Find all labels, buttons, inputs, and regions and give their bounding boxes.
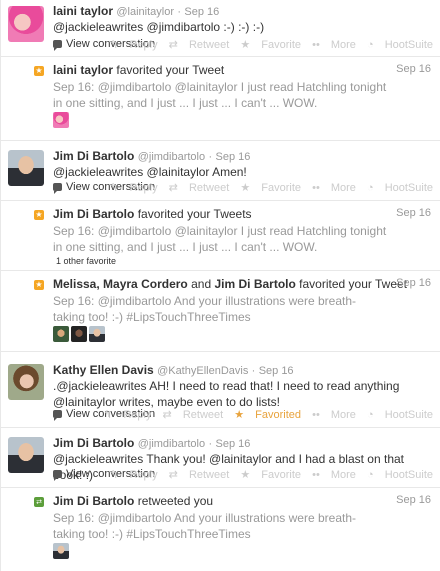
actor-thumbnails (53, 112, 69, 128)
tweet-text: .@jackieleawrites AH! I need to read tha… (53, 379, 400, 409)
more-button[interactable]: •• More (312, 39, 356, 51)
retweet-button[interactable]: ⇄ Retweet (169, 469, 230, 481)
author-handle[interactable]: @KathyEllenDavis (157, 365, 248, 377)
star-icon: ★ (34, 66, 44, 76)
reply-button[interactable]: ↰ Reply (109, 182, 157, 194)
actor-name[interactable]: Jim Di Bartolo (214, 277, 295, 291)
tweet-header: Jim Di Bartolo @jimdibartolo · Sep 16 (53, 149, 251, 163)
star-icon: ★ (34, 280, 44, 290)
hootsuite-button[interactable]: ◔ HootSuite (367, 469, 433, 481)
activity-item[interactable]: ★ Jim Di Bartolo favorited your Tweets S… (1, 201, 440, 271)
actor-name[interactable]: laini taylor (53, 63, 113, 77)
speech-bubble-icon (53, 410, 62, 421)
tweet-header: Kathy Ellen Davis @KathyEllenDavis · Sep… (53, 363, 294, 377)
reply-button[interactable]: ↰ Reply (109, 469, 157, 481)
activity-header: Melissa, Mayra Cordero and Jim Di Bartol… (53, 277, 408, 291)
tweet-actions: View conversation ↰ Reply ⇄ Retweet ★ Fa… (53, 38, 433, 51)
reply-button[interactable]: ↰ Reply (103, 409, 151, 421)
hootsuite-button[interactable]: ◔ HootSuite (367, 39, 433, 51)
tweet-item[interactable]: Jim Di Bartolo @jimdibartolo · Sep 16 @j… (1, 141, 440, 201)
tweet-actions: View conversation ↰ Reply ⇄ Retweet ★ Fa… (53, 468, 433, 481)
tweet-item[interactable]: Jim Di Bartolo @jimdibartolo · Sep 16 @j… (1, 428, 440, 488)
tweet-item[interactable]: laini taylor @lainitaylor · Sep 16 @jack… (1, 0, 440, 57)
speech-bubble-icon (53, 183, 62, 194)
activity-text: Sep 16: @jimdibartolo @lainitaylor I jus… (53, 224, 387, 254)
tweet-time[interactable]: Sep 16 (184, 6, 219, 18)
avatar[interactable] (53, 326, 69, 342)
author-handle[interactable]: @lainitaylor (116, 6, 174, 18)
author-name[interactable]: Jim Di Bartolo (53, 149, 134, 163)
reply-button[interactable]: ↰ Reply (109, 39, 157, 51)
retweet-button[interactable]: ⇄ Retweet (169, 39, 230, 51)
tweet-time[interactable]: Sep 16 (215, 438, 250, 450)
activity-time: Sep 16 (396, 63, 431, 75)
tweet-text: @jackieleawrites @lainitaylor Amen! (53, 165, 247, 179)
hootsuite-button[interactable]: ◔ HootSuite (367, 409, 433, 421)
tweet-time[interactable]: Sep 16 (215, 151, 250, 163)
more-button[interactable]: •• More (312, 182, 356, 194)
activity-text: Sep 16: @jimdibartolo @lainitaylor I jus… (53, 80, 387, 110)
activity-item[interactable]: ⇄ Jim Di Bartolo retweeted you Sep 16 Se… (1, 488, 440, 571)
tweet-item[interactable]: Kathy Ellen Davis @KathyEllenDavis · Sep… (1, 352, 440, 428)
avatar[interactable] (71, 326, 87, 342)
favorited-button[interactable]: ★ Favorited (234, 409, 301, 421)
avatar[interactable] (53, 112, 69, 128)
avatar[interactable] (8, 150, 44, 186)
tweet-actions: View conversation ↰ Reply ⇄ Retweet ★ Fa… (53, 181, 433, 194)
author-handle[interactable]: @jimdibartolo (138, 151, 205, 163)
author-handle[interactable]: @jimdibartolo (138, 438, 205, 450)
favorite-button[interactable]: ★ Favorite (240, 469, 301, 481)
hootsuite-button[interactable]: ◔ HootSuite (367, 182, 433, 194)
activity-header: Jim Di Bartolo retweeted you (53, 494, 214, 508)
actor-name[interactable]: Jim Di Bartolo (53, 207, 134, 221)
more-button[interactable]: •• More (312, 469, 356, 481)
other-favorites-note[interactable]: 1 other favorite (56, 256, 116, 266)
author-name[interactable]: Kathy Ellen Davis (53, 363, 154, 377)
actor-name[interactable]: Jim Di Bartolo (53, 494, 134, 508)
activity-time: Sep 16 (396, 207, 431, 219)
activity-text: Sep 16: @jimdibartolo And your illustrat… (53, 511, 356, 541)
tweet-text: @jackieleawrites @jimdibartolo :-) :-) :… (53, 20, 265, 34)
speech-bubble-icon (53, 40, 62, 51)
speech-bubble-icon (53, 470, 62, 481)
activity-header: Jim Di Bartolo favorited your Tweets (53, 207, 252, 221)
avatar[interactable] (89, 326, 105, 342)
favorite-button[interactable]: ★ Favorite (240, 39, 301, 51)
favorite-button[interactable]: ★ Favorite (240, 182, 301, 194)
more-button[interactable]: •• More (312, 409, 356, 421)
actor-thumbnails (53, 326, 105, 342)
author-name[interactable]: Jim Di Bartolo (53, 436, 134, 450)
activity-text: Sep 16: @jimdibartolo And your illustrat… (53, 294, 356, 324)
author-name[interactable]: laini taylor (53, 4, 113, 18)
activity-item[interactable]: ★ Melissa, Mayra Cordero and Jim Di Bart… (1, 271, 440, 352)
actor-name[interactable]: Mayra Cordero (103, 277, 188, 291)
retweet-icon: ⇄ (34, 497, 44, 507)
avatar[interactable] (8, 364, 44, 400)
notifications-feed: laini taylor @lainitaylor · Sep 16 @jack… (0, 0, 440, 571)
retweet-button[interactable]: ⇄ Retweet (163, 409, 224, 421)
retweet-button[interactable]: ⇄ Retweet (169, 182, 230, 194)
activity-time: Sep 16 (396, 277, 431, 289)
activity-item[interactable]: ★ laini taylor favorited your Tweet Sep … (1, 57, 440, 141)
actor-thumbnails (53, 543, 69, 559)
tweet-header: Jim Di Bartolo @jimdibartolo · Sep 16 (53, 436, 251, 450)
activity-header: laini taylor favorited your Tweet (53, 63, 225, 77)
tweet-actions: View conversation ↰ Reply ⇄ Retweet ★ Fa… (53, 408, 433, 421)
avatar[interactable] (53, 543, 69, 559)
activity-time: Sep 16 (396, 494, 431, 506)
tweet-time[interactable]: Sep 16 (259, 365, 294, 377)
actor-name[interactable]: Melissa (53, 277, 96, 291)
avatar[interactable] (8, 6, 44, 42)
star-icon: ★ (34, 210, 44, 220)
tweet-header: laini taylor @lainitaylor · Sep 16 (53, 4, 220, 18)
avatar[interactable] (8, 437, 44, 473)
